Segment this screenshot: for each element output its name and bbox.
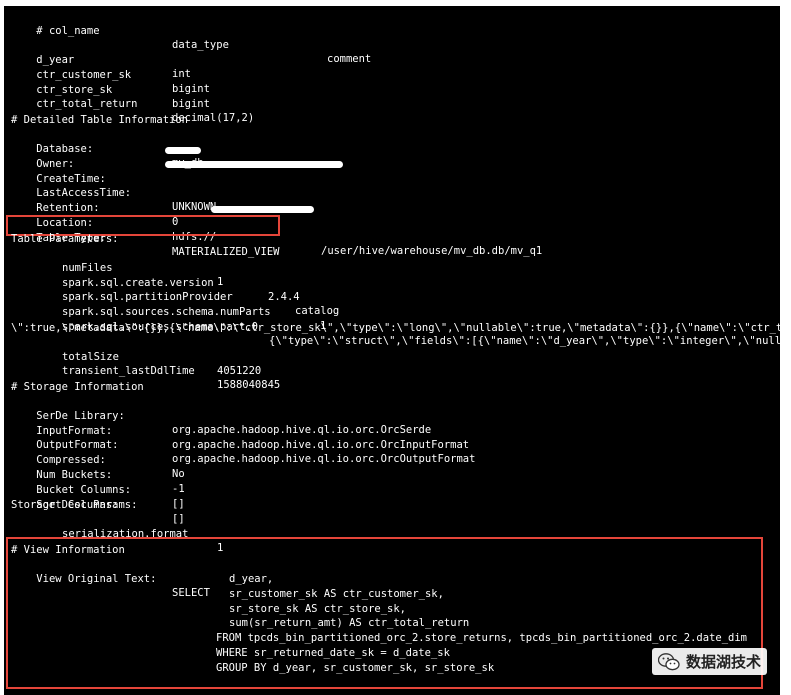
column-type: bigint bbox=[172, 83, 210, 95]
param-value: 2.4.4 bbox=[268, 291, 300, 303]
create-time-redaction bbox=[165, 161, 343, 168]
storage-value: [] bbox=[172, 513, 185, 525]
table-type-value: MATERIALIZED_VIEW bbox=[172, 246, 280, 258]
sql-from: FROM tpcds_bin_partitioned_orc_2.store_r… bbox=[216, 632, 748, 644]
header-data-type: data_type bbox=[172, 39, 229, 51]
view-original-key: View Original Text: bbox=[36, 573, 157, 585]
param-value: 1588040845 bbox=[217, 379, 281, 391]
storage-value: -1 bbox=[172, 483, 185, 495]
location-redaction bbox=[211, 206, 314, 213]
schema-part-continuation: \":true,\"metadata\":{}},{\"name\":\"ctr… bbox=[11, 322, 780, 334]
sql-line: sr_customer_sk AS ctr_customer_sk, bbox=[229, 588, 444, 600]
table-params-heading: Table Parameters: bbox=[11, 233, 119, 245]
schema-part-value: {\"type\":\"struct\",\"fields\":[{\"name… bbox=[269, 335, 780, 347]
param-value: catalog bbox=[295, 305, 340, 317]
column-type: bigint bbox=[172, 98, 210, 110]
header-comment: comment bbox=[327, 53, 372, 65]
param-key: numFiles bbox=[62, 262, 113, 274]
column-name: ctr_total_return bbox=[36, 98, 138, 110]
sql-select: SELECT bbox=[172, 587, 210, 599]
param-value: 1 bbox=[217, 276, 224, 288]
storage-info-heading: # Storage Information bbox=[11, 381, 144, 393]
wechat-watermark: 数据湖技术 bbox=[651, 648, 767, 675]
location-path: /user/hive/warehouse/mv_db.db/mv_q1 bbox=[321, 245, 543, 257]
param-value: 4051220 bbox=[217, 365, 262, 377]
param-key: transient_lastDdlTime bbox=[62, 365, 195, 377]
sql-line: sum(sr_return_amt) AS ctr_total_return bbox=[229, 617, 470, 629]
watermark-text: 数据湖技术 bbox=[685, 653, 761, 671]
owner-redaction bbox=[165, 147, 201, 154]
storage-desc-params-heading: Storage Desc Params: bbox=[11, 499, 138, 511]
param-key: spark.sql.partitionProvider bbox=[62, 291, 233, 303]
storage-value: [] bbox=[172, 498, 185, 510]
last-access-value: UNKNOWN bbox=[172, 201, 217, 213]
header-col-name: # col_name bbox=[36, 25, 100, 37]
storage-value: No bbox=[172, 468, 185, 480]
param-key: totalSize bbox=[62, 351, 119, 363]
storage-value: org.apache.hadoop.hive.ql.io.orc.OrcInpu… bbox=[172, 439, 470, 451]
sql-line: d_year, bbox=[229, 573, 274, 585]
sql-line: sr_store_sk AS ctr_store_sk, bbox=[229, 603, 407, 615]
param-key: spark.sql.create.version bbox=[62, 277, 214, 289]
terminal-window: # col_name data_type comment d_year int … bbox=[4, 6, 780, 695]
param-key: spark.sql.sources.schema.numParts bbox=[62, 306, 271, 318]
view-info-heading: # View Information bbox=[11, 544, 125, 556]
storage-value: org.apache.hadoop.hive.ql.io.orc.OrcSerd… bbox=[172, 424, 432, 436]
detailed-info-heading: # Detailed Table Information bbox=[11, 114, 189, 126]
wechat-icon bbox=[657, 652, 680, 670]
sql-group-by: GROUP BY d_year, sr_customer_sk, sr_stor… bbox=[216, 662, 495, 674]
column-type: int bbox=[172, 68, 191, 80]
view-original-row: View Original Text: SELECT bbox=[11, 558, 210, 614]
storage-value: org.apache.hadoop.hive.ql.io.orc.OrcOutp… bbox=[172, 453, 476, 465]
sql-where: WHERE sr_returned_date_sk = d_date_sk bbox=[216, 647, 450, 659]
